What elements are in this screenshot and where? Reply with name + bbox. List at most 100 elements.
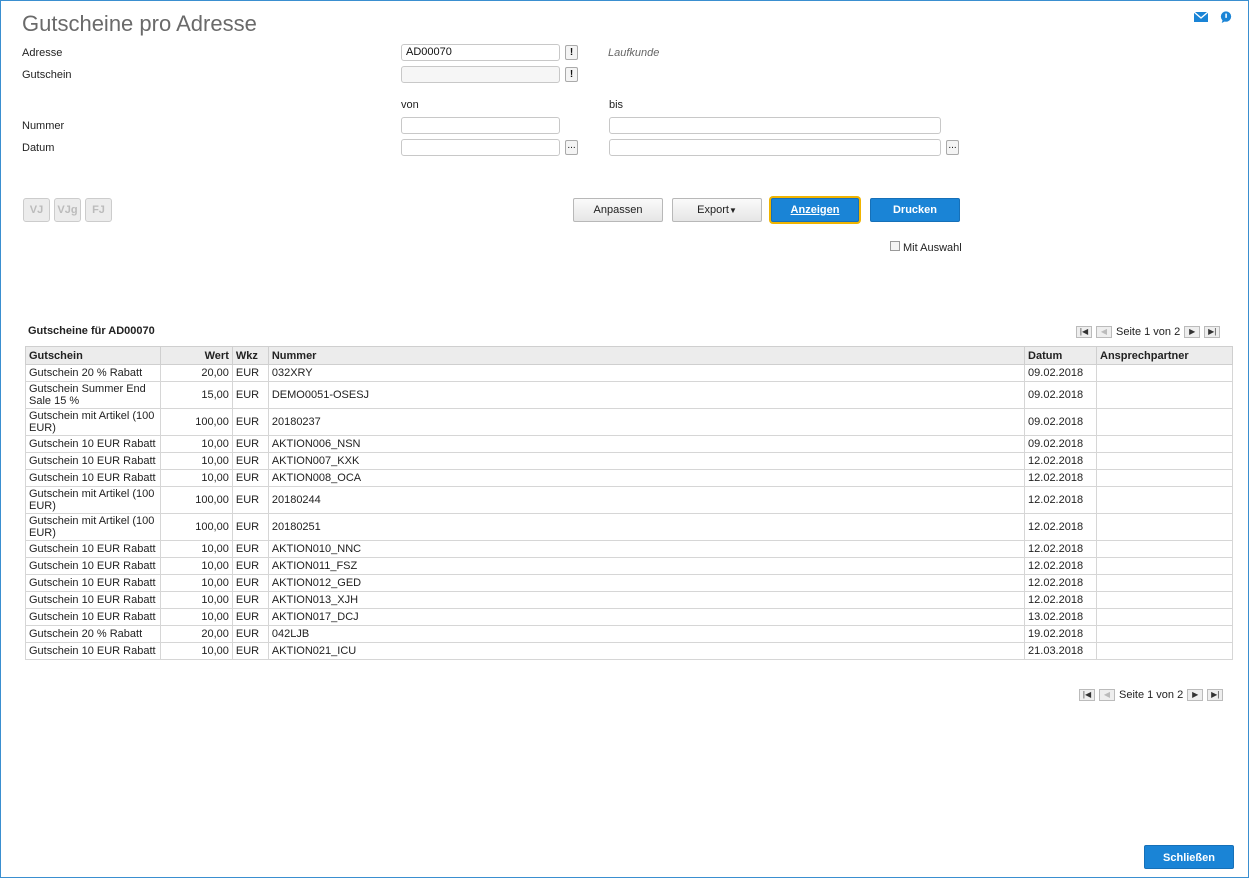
cell-wert: 10,00 <box>159 642 233 660</box>
drucken-button[interactable]: Drucken <box>870 198 960 222</box>
cell-wkz: EUR <box>231 642 269 660</box>
adresse-input[interactable]: AD00070 <box>401 44 560 61</box>
cell-ansprechpartner <box>1096 591 1233 609</box>
cell-datum: 09.02.2018 <box>1024 408 1098 436</box>
cell-gutschein: Gutschein 10 EUR Rabatt <box>25 469 161 487</box>
cell-datum: 13.02.2018 <box>1024 608 1098 626</box>
cell-gutschein: Gutschein 10 EUR Rabatt <box>25 435 161 453</box>
cell-wert: 10,00 <box>159 608 233 626</box>
period-fj-button[interactable]: FJ <box>85 198 112 222</box>
cell-nummer: AKTION011_FSZ <box>267 557 1026 575</box>
last-page-icon[interactable]: ▶| <box>1204 326 1221 338</box>
datum-bis-input[interactable] <box>609 139 941 156</box>
prev-page-icon[interactable]: ◀ <box>1099 689 1115 701</box>
pager-top: |◀ ◀ Seite 1 von 2 ▶ ▶| <box>1076 325 1221 339</box>
cell-datum: 12.02.2018 <box>1024 513 1098 541</box>
anzeigen-button[interactable]: Anzeigen <box>771 198 859 222</box>
cell-datum: 09.02.2018 <box>1024 364 1098 382</box>
last-page-icon[interactable]: ▶| <box>1207 689 1224 701</box>
cell-wert: 10,00 <box>159 574 233 592</box>
table-row[interactable]: Gutschein 10 EUR Rabatt 10,00 EUR AKTION011… <box>25 557 1233 575</box>
table-row[interactable]: Gutschein 20 % Rabatt 20,00 EUR 032XRY 09.02… <box>25 364 1233 382</box>
gutschein-lookup-button[interactable]: ! <box>565 67 578 82</box>
cell-nummer: AKTION006_NSN <box>267 435 1026 453</box>
cell-datum: 12.02.2018 <box>1024 540 1098 558</box>
table-row[interactable]: Gutschein 10 EUR Rabatt 10,00 EUR AKTION010… <box>25 540 1233 558</box>
first-page-icon[interactable]: |◀ <box>1076 326 1092 338</box>
cell-ansprechpartner <box>1096 513 1233 541</box>
table-row[interactable]: Gutschein 10 EUR Rabatt 10,00 EUR AKTION012… <box>25 574 1233 592</box>
nummer-von-input[interactable] <box>401 117 560 134</box>
gutschein-input[interactable] <box>401 66 560 83</box>
bis-label: bis <box>609 99 624 111</box>
cell-gutschein: Gutschein 20 % Rabatt <box>25 625 161 643</box>
cell-ansprechpartner <box>1096 364 1233 382</box>
cell-nummer: AKTION007_KXK <box>267 452 1026 470</box>
cell-gutschein: Gutschein mit Artikel (100 EUR) <box>25 486 161 514</box>
cell-datum: 12.02.2018 <box>1024 574 1098 592</box>
table-row[interactable]: Gutschein 10 EUR Rabatt 10,00 EUR AKTION021… <box>25 642 1233 660</box>
cell-nummer: 20180237 <box>267 408 1026 436</box>
table-row[interactable]: Gutschein 10 EUR Rabatt 10,00 EUR AKTION007… <box>25 452 1233 470</box>
help-chat-icon[interactable] <box>1219 11 1233 23</box>
cell-wkz: EUR <box>231 435 269 453</box>
cell-wert: 10,00 <box>159 452 233 470</box>
cell-nummer: 042LJB <box>267 625 1026 643</box>
cell-ansprechpartner <box>1096 642 1233 660</box>
mail-icon[interactable] <box>1194 11 1208 23</box>
gutschein-label: Gutschein <box>22 69 72 81</box>
adresse-lookup-button[interactable]: ! <box>565 45 578 60</box>
nummer-bis-input[interactable] <box>609 117 941 134</box>
cell-ansprechpartner <box>1096 625 1233 643</box>
pager-bottom: |◀ ◀ Seite 1 von 2 ▶ ▶| <box>1079 688 1224 702</box>
close-button[interactable]: Schließen <box>1144 845 1234 869</box>
period-vjg-button[interactable]: VJg <box>54 198 81 222</box>
cell-wkz: EUR <box>231 486 269 514</box>
table-row[interactable]: Gutschein 10 EUR Rabatt 10,00 EUR AKTION006… <box>25 435 1233 453</box>
table-row[interactable]: Gutschein mit Artikel (100 EUR) 100,00 EUR… <box>25 513 1233 541</box>
cell-wkz: EUR <box>231 469 269 487</box>
datum-bis-picker-button[interactable]: ... <box>946 140 959 155</box>
table-row[interactable]: Gutschein 10 EUR Rabatt 10,00 EUR AKTION013… <box>25 591 1233 609</box>
export-button[interactable]: Export▼ <box>672 198 762 222</box>
column-header-nummer[interactable]: Nummer <box>267 346 1026 365</box>
cell-ansprechpartner <box>1096 469 1233 487</box>
period-vj-button[interactable]: VJ <box>23 198 50 222</box>
cell-ansprechpartner <box>1096 608 1233 626</box>
cell-wert: 10,00 <box>159 557 233 575</box>
cell-datum: 21.03.2018 <box>1024 642 1098 660</box>
table-row[interactable]: Gutschein Summer End Sale 15 % 15,00 EUR DE… <box>25 381 1233 409</box>
cell-ansprechpartner <box>1096 557 1233 575</box>
cell-wert: 100,00 <box>159 408 233 436</box>
table-row[interactable]: Gutschein 20 % Rabatt 20,00 EUR 042LJB 19.02… <box>25 625 1233 643</box>
pager-text: Seite 1 von 2 <box>1119 689 1184 701</box>
next-page-icon[interactable]: ▶ <box>1184 326 1201 338</box>
column-header-gutschein[interactable]: Gutschein <box>25 346 161 365</box>
cell-nummer: AKTION017_DCJ <box>267 608 1026 626</box>
cell-datum: 12.02.2018 <box>1024 557 1098 575</box>
next-page-icon[interactable]: ▶ <box>1187 689 1204 701</box>
cell-wert: 100,00 <box>159 486 233 514</box>
column-header-wkz[interactable]: Wkz <box>231 346 269 365</box>
datum-von-input[interactable] <box>401 139 560 156</box>
first-page-icon[interactable]: |◀ <box>1079 689 1095 701</box>
column-header-wert[interactable]: Wert <box>159 346 233 365</box>
prev-page-icon[interactable]: ◀ <box>1096 326 1112 338</box>
table-row[interactable]: Gutschein mit Artikel (100 EUR) 100,00 EUR… <box>25 486 1233 514</box>
table-row[interactable]: Gutschein mit Artikel (100 EUR) 100,00 EUR… <box>25 408 1233 436</box>
table-row[interactable]: Gutschein 10 EUR Rabatt 10,00 EUR AKTION008… <box>25 469 1233 487</box>
cell-wert: 10,00 <box>159 591 233 609</box>
column-header-datum[interactable]: Datum <box>1024 346 1098 365</box>
anpassen-button[interactable]: Anpassen <box>573 198 663 222</box>
datum-von-picker-button[interactable]: ... <box>565 140 578 155</box>
export-button-label: Export <box>697 204 729 216</box>
mit-auswahl-checkbox[interactable] <box>890 241 900 251</box>
column-header-ansprechpartner[interactable]: Ansprechpartner <box>1096 346 1233 365</box>
cell-nummer: DEMO0051-OSESJ <box>267 381 1026 409</box>
table-row[interactable]: Gutschein 10 EUR Rabatt 10,00 EUR AKTION017… <box>25 608 1233 626</box>
cell-wkz: EUR <box>231 574 269 592</box>
datum-label: Datum <box>22 142 55 154</box>
cell-wert: 20,00 <box>159 625 233 643</box>
cell-nummer: AKTION013_XJH <box>267 591 1026 609</box>
cell-nummer: AKTION012_GED <box>267 574 1026 592</box>
